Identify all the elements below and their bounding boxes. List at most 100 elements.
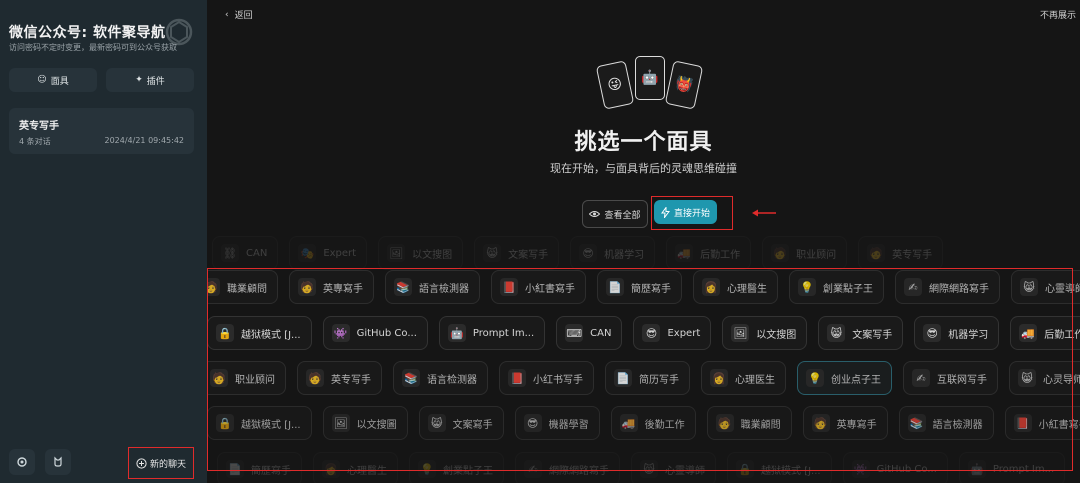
mask-chip[interactable]: 😎 机器学习 [570, 236, 656, 270]
mask-chip[interactable]: 📕 小紅書寫手 [1004, 406, 1080, 440]
mask-chip[interactable]: 🚚 后勤工作 [666, 236, 752, 270]
mask-chip[interactable]: 👩 心理醫生 [693, 270, 778, 304]
mask-row: ⛓ CAN 🎭 Expert 🖼 以文搜图 😸 文案写手 😎 机器学习 🚚 后勤工作 🧑 职业顾问 🧑 英专写… [212, 236, 944, 272]
mask-chip[interactable]: 🧑 職業顧問 [207, 270, 278, 304]
mask-chip[interactable]: 😸 文案写手 [474, 236, 560, 270]
mask-emoji-icon: 💡 [806, 369, 824, 387]
start-button[interactable]: 直接开始 [654, 200, 717, 224]
mask-chip[interactable]: 🤖 Prompt Im... [958, 452, 1066, 483]
mask-chip[interactable]: ⛓ CAN [212, 236, 279, 270]
mask-chip-label: 以文搜圖 [356, 419, 397, 431]
mask-chip[interactable]: 🧑 职业顾问 [207, 361, 286, 395]
mask-chip[interactable]: 🧑 英專寫手 [289, 270, 374, 304]
mask-chip[interactable]: 😸 文案寫手 [418, 406, 504, 440]
mask-chip-label: 简历写手 [639, 374, 679, 386]
github-icon [54, 456, 62, 467]
mask-chip[interactable]: 🤖 Prompt Im... [438, 316, 546, 350]
mask-chip[interactable]: 🧑 英专写手 [297, 361, 382, 395]
mask-chip-label: GitHub Co... [356, 327, 417, 339]
mask-chip-label: 文案写手 [508, 249, 549, 261]
mask-chip[interactable]: 😎 機器學習 [514, 406, 600, 440]
conversation-title: 英专写手 [19, 121, 59, 132]
mask-emoji-icon: 🤖 [447, 324, 466, 342]
mask-chip-label: 後勤工作 [644, 419, 685, 431]
mask-chip[interactable]: 🖼 以文搜图 [722, 316, 808, 350]
mask-chip[interactable]: 📄 簡歷寫手 [597, 270, 682, 304]
mask-chip[interactable]: 😎 Expert [633, 316, 712, 350]
mask-chip[interactable]: 👾 GitHub Co... [322, 316, 428, 350]
mask-chip[interactable]: ✍ 網際網路寫手 [895, 270, 1000, 304]
mask-chip[interactable]: 🚚 後勤工作 [610, 406, 696, 440]
mask-chip[interactable]: 💡 創業點子王 [409, 452, 504, 483]
mask-chip-label: 职业顾问 [796, 249, 837, 261]
mask-chip-label: 英专写手 [892, 249, 933, 261]
mask-card-emoji: 🤖 [641, 70, 659, 86]
new-chat-button[interactable]: 新的聊天 [128, 447, 194, 479]
mask-chip[interactable]: 📕 小红书写手 [499, 361, 594, 395]
mask-emoji-icon: 😎 [923, 324, 942, 342]
mask-chip[interactable]: 📄 简历写手 [605, 361, 690, 395]
mask-emoji-icon: 🖼 [331, 414, 350, 432]
mask-chip[interactable]: 🖼 以文搜图 [378, 236, 464, 270]
mask-chip[interactable]: 🔒 越狱模式 [J... [727, 452, 832, 483]
view-all-button[interactable]: 查看全部 [582, 200, 648, 228]
mask-emoji-icon: 🧑 [207, 278, 220, 296]
mask-row: 🧑 职业顾问 🧑 英专写手 📚 语言检测器 📕 小红书写手 📄 简历写手 👩 心理医生 💡 创业点子王 ✍ 互… [207, 361, 1080, 397]
mask-chip-label: 心灵导师 [1043, 374, 1080, 386]
mask-chip[interactable]: 🔒 越狱模式 [J... [207, 316, 312, 350]
settings-button[interactable] [9, 449, 35, 475]
mask-chip[interactable]: ✍ 網際網路寫手 [515, 452, 620, 483]
mask-chip[interactable]: 📚 語言檢測器 [898, 406, 994, 440]
mask-emoji-icon: 🚚 [1019, 324, 1038, 342]
mask-chip[interactable]: 📚 語言檢測器 [385, 270, 480, 304]
mask-chip[interactable]: 📕 小紅書寫手 [491, 270, 586, 304]
mask-chip[interactable]: ✍ 互联网写手 [903, 361, 998, 395]
back-button[interactable]: ‹ 返回 [225, 8, 253, 22]
mask-chip[interactable]: 💡 创业点子王 [797, 361, 892, 395]
mask-chip[interactable]: 🎭 Expert [289, 236, 368, 270]
mask-chip[interactable]: 🔒 越獄模式 [J... [207, 406, 312, 440]
mask-chip[interactable]: 🧑 職業顧問 [706, 406, 792, 440]
mask-emoji-icon: 🔒 [216, 414, 234, 432]
mask-chip-label: 互联网写手 [937, 374, 987, 386]
mask-chip[interactable]: 👩 心理医生 [701, 361, 786, 395]
mask-chip[interactable]: 😎 机器学习 [914, 316, 1000, 350]
mask-chip[interactable]: 😸 心灵导师 [1009, 361, 1080, 395]
mask-chip-label: 机器学习 [948, 329, 989, 341]
plugin-button[interactable]: ✦ 插件 [106, 68, 194, 92]
mask-chip[interactable]: 💡 創業點子王 [789, 270, 884, 304]
mask-emoji-icon: 💡 [798, 278, 816, 296]
mask-chip[interactable]: 😸 文案写手 [818, 316, 904, 350]
mask-chip-label: 小紅書寫手 [525, 283, 575, 295]
mask-card-right: 👹 [664, 60, 704, 110]
start-label: 直接开始 [673, 208, 710, 219]
mask-chip-label: 心理醫生 [347, 465, 387, 477]
mask-chip[interactable]: 👩 心理醫生 [313, 452, 398, 483]
mask-chip[interactable]: 😸 心靈導師 [1011, 270, 1080, 304]
sidebar: 微信公众号: 软件聚导航 访问密码不定时变更，最新密码可到公众号获取 ☺ 面具 … [0, 0, 207, 483]
mask-chip[interactable]: 😸 心靈導師 [631, 452, 716, 483]
mask-emoji-icon: 📚 [394, 278, 412, 296]
mask-chip-label: 文案写手 [852, 329, 893, 341]
mask-chip-label: 心理醫生 [727, 283, 767, 295]
mask-chip[interactable]: ⌨ CAN [556, 316, 623, 350]
conversation-item[interactable]: 英专写手 4 条对话 2024/4/21 09:45:42 [9, 108, 194, 154]
github-button[interactable] [45, 449, 71, 475]
mask-chip[interactable]: 🧑 英專寫手 [802, 406, 888, 440]
mask-chip[interactable]: 📚 语言检测器 [393, 361, 488, 395]
mask-chip[interactable]: 🧑 职业顾问 [762, 236, 848, 270]
mask-chip-label: 文案寫手 [452, 419, 493, 431]
mask-chip[interactable]: 🧑 英专写手 [858, 236, 944, 270]
mask-chip-label: 后勤工作 [1044, 329, 1080, 341]
mask-chip[interactable]: 🚚 后勤工作 [1010, 316, 1080, 350]
mask-emoji-icon: 📄 [614, 369, 632, 387]
mask-emoji-icon: 🧑 [867, 244, 886, 262]
no-show-button[interactable]: 不再展示 [1040, 8, 1076, 21]
mask-chip[interactable]: 🖼 以文搜圖 [322, 406, 408, 440]
mask-chip[interactable]: 👾 GitHub Co... [842, 452, 948, 483]
mask-chip-label: 創業點子王 [443, 465, 493, 477]
mask-emoji-icon: 🧑 [298, 278, 316, 296]
mask-chip[interactable]: 📄 簡歷寫手 [217, 452, 302, 483]
mask-button[interactable]: ☺ 面具 [9, 68, 97, 92]
mask-chip-label: CAN [590, 327, 612, 339]
